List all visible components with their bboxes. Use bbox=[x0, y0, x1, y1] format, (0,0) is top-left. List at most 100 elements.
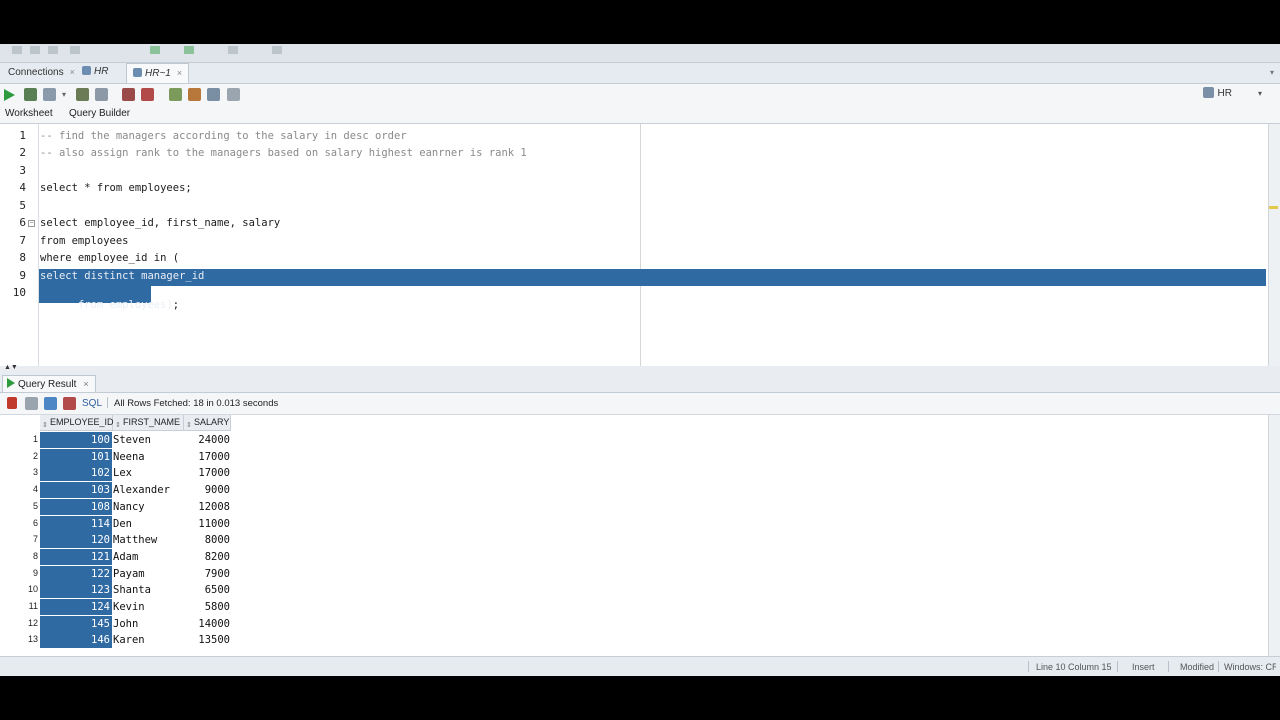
back-icon[interactable] bbox=[184, 46, 194, 54]
cell-first-name[interactable]: Payam bbox=[113, 568, 183, 580]
sql-editor[interactable]: 1 2 3 4 5 6 7 8 9 10 − -- find the manag… bbox=[0, 124, 1268, 367]
cell-salary[interactable]: 7900 bbox=[184, 568, 230, 580]
tab-hr-1[interactable]: HR~1 × bbox=[126, 63, 190, 83]
sql-tuning-icon[interactable] bbox=[169, 88, 182, 101]
cell-employee-id[interactable]: 120 bbox=[40, 532, 112, 548]
cancel-fetch-icon[interactable] bbox=[63, 397, 76, 410]
column-header-first-name[interactable]: ⇕ FIRST_NAME bbox=[113, 415, 184, 431]
row-number[interactable]: 13 bbox=[0, 634, 38, 644]
row-number[interactable]: 10 bbox=[0, 584, 38, 594]
sql-button[interactable]: SQL bbox=[82, 398, 102, 409]
row-number[interactable]: 4 bbox=[0, 484, 38, 494]
cell-salary[interactable]: 8200 bbox=[184, 551, 230, 563]
save-icon[interactable] bbox=[48, 46, 58, 54]
cell-first-name[interactable]: Shanta bbox=[113, 584, 183, 596]
cell-first-name[interactable]: Lex bbox=[113, 467, 183, 479]
cell-employee-id[interactable]: 100 bbox=[40, 432, 112, 448]
tab-worksheet[interactable]: Worksheet bbox=[5, 108, 53, 119]
row-number[interactable]: 2 bbox=[0, 451, 38, 461]
eraser-icon[interactable] bbox=[188, 88, 201, 101]
format-icon[interactable] bbox=[227, 88, 240, 101]
open-icon[interactable] bbox=[30, 46, 40, 54]
run-statement-icon[interactable] bbox=[4, 89, 15, 101]
row-number[interactable]: 5 bbox=[0, 501, 38, 511]
tab-query-builder[interactable]: Query Builder bbox=[69, 108, 130, 119]
cell-employee-id[interactable]: 146 bbox=[40, 632, 112, 648]
tab-hr[interactable]: HR bbox=[76, 63, 114, 83]
cell-employee-id[interactable]: 102 bbox=[40, 465, 112, 481]
cell-first-name[interactable]: Den bbox=[113, 518, 183, 530]
tab-connections[interactable]: Connections × bbox=[2, 63, 81, 83]
new-icon[interactable] bbox=[12, 46, 22, 54]
print-icon[interactable] bbox=[25, 397, 38, 410]
pane-splitter[interactable]: ▲▼ bbox=[0, 364, 1280, 374]
cell-employee-id[interactable]: 145 bbox=[40, 616, 112, 632]
close-icon[interactable]: × bbox=[177, 68, 182, 78]
forward-icon[interactable] bbox=[150, 46, 160, 54]
cell-salary[interactable]: 13500 bbox=[184, 634, 230, 646]
collapse-arrows-icon[interactable]: ▲▼ bbox=[4, 364, 18, 371]
row-number[interactable]: 11 bbox=[0, 601, 38, 611]
row-number[interactable]: 8 bbox=[0, 551, 38, 561]
cell-salary[interactable]: 17000 bbox=[184, 451, 230, 463]
column-header-employee-id[interactable]: ⇕ EMPLOYEE_ID bbox=[40, 415, 114, 431]
cell-employee-id[interactable]: 121 bbox=[40, 549, 112, 565]
cell-first-name[interactable]: Alexander bbox=[113, 484, 183, 496]
save-all-icon[interactable] bbox=[70, 46, 80, 54]
cell-first-name[interactable]: Karen bbox=[113, 634, 183, 646]
cell-first-name[interactable]: John bbox=[113, 618, 183, 630]
explain-plan-icon[interactable] bbox=[76, 88, 89, 101]
row-number[interactable]: 6 bbox=[0, 518, 38, 528]
cell-employee-id[interactable]: 114 bbox=[40, 516, 112, 532]
autotrace-icon[interactable] bbox=[43, 88, 56, 101]
cell-employee-id[interactable]: 108 bbox=[40, 499, 112, 515]
schema-selector[interactable]: HR ▾ bbox=[1199, 85, 1268, 103]
cell-salary[interactable]: 8000 bbox=[184, 534, 230, 546]
commit-icon[interactable] bbox=[95, 88, 108, 101]
close-icon[interactable]: × bbox=[83, 379, 88, 389]
cell-first-name[interactable]: Matthew bbox=[113, 534, 183, 546]
history-icon[interactable] bbox=[207, 88, 220, 101]
rollback-icon[interactable] bbox=[122, 88, 135, 101]
refresh-icon[interactable] bbox=[44, 397, 57, 410]
cell-first-name[interactable]: Neena bbox=[113, 451, 183, 463]
cell-salary[interactable]: 24000 bbox=[184, 434, 230, 446]
pin-icon[interactable] bbox=[7, 397, 17, 409]
cell-salary[interactable]: 12008 bbox=[184, 501, 230, 513]
cell-salary[interactable]: 11000 bbox=[184, 518, 230, 530]
code-line-1: -- find the managers according to the sa… bbox=[40, 130, 407, 142]
chevron-down-icon[interactable]: ▾ bbox=[62, 90, 66, 99]
cell-employee-id[interactable]: 122 bbox=[40, 566, 112, 582]
cell-salary[interactable]: 6500 bbox=[184, 584, 230, 596]
cell-salary[interactable]: 14000 bbox=[184, 618, 230, 630]
column-header-salary[interactable]: ⇕ SALARY bbox=[184, 415, 231, 431]
cell-first-name[interactable]: Adam bbox=[113, 551, 183, 563]
cell-employee-id[interactable]: 123 bbox=[40, 582, 112, 598]
db-icon[interactable] bbox=[228, 46, 238, 54]
cell-salary[interactable]: 17000 bbox=[184, 467, 230, 479]
cell-first-name[interactable]: Nancy bbox=[113, 501, 183, 513]
cell-first-name[interactable]: Steven bbox=[113, 434, 183, 446]
cell-salary[interactable]: 9000 bbox=[184, 484, 230, 496]
cell-first-name[interactable]: Kevin bbox=[113, 601, 183, 613]
row-number[interactable]: 7 bbox=[0, 534, 38, 544]
chevron-down-icon[interactable]: ▾ bbox=[1270, 68, 1274, 77]
run-script-icon[interactable] bbox=[24, 88, 37, 101]
line-ending: Windows: CR bbox=[1224, 662, 1276, 672]
row-number[interactable]: 9 bbox=[0, 568, 38, 578]
cell-employee-id[interactable]: 101 bbox=[40, 449, 112, 465]
results-scrollbar[interactable] bbox=[1268, 415, 1280, 656]
row-number[interactable]: 1 bbox=[0, 434, 38, 444]
results-grid[interactable]: ⇕ EMPLOYEE_ID ⇕ FIRST_NAME ⇕ SALARY 1 100 Ste… bbox=[0, 415, 1268, 656]
cell-employee-id[interactable]: 124 bbox=[40, 599, 112, 615]
tab-query-result[interactable]: Query Result × bbox=[2, 375, 96, 392]
sql-icon[interactable] bbox=[272, 46, 282, 54]
editor-scrollbar[interactable] bbox=[1268, 124, 1280, 366]
cancel-icon[interactable] bbox=[141, 88, 154, 101]
fold-toggle-icon[interactable]: − bbox=[28, 220, 35, 227]
close-icon[interactable]: × bbox=[70, 67, 75, 77]
cell-salary[interactable]: 5800 bbox=[184, 601, 230, 613]
cell-employee-id[interactable]: 103 bbox=[40, 482, 112, 498]
row-number[interactable]: 12 bbox=[0, 618, 38, 628]
row-number[interactable]: 3 bbox=[0, 467, 38, 477]
